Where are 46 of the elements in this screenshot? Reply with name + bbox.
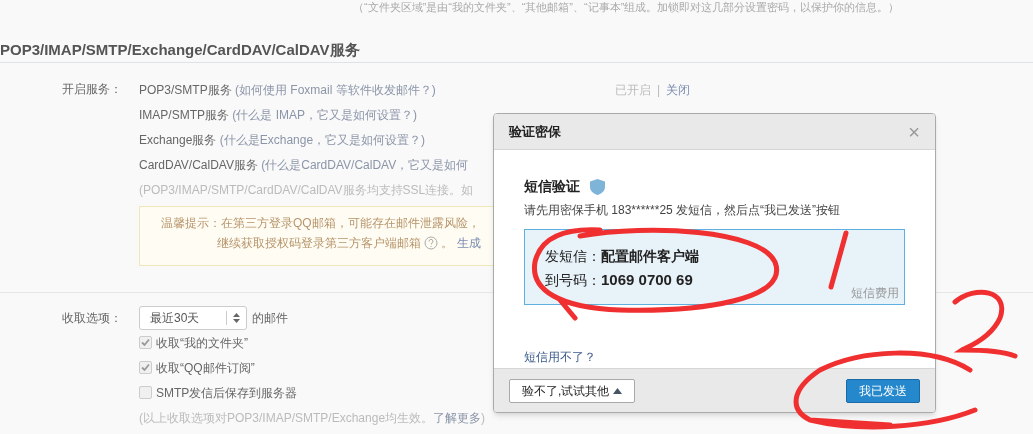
- sms-value: 配置邮件客户端: [601, 246, 699, 266]
- days-select[interactable]: 最近30天: [139, 306, 247, 330]
- sms-value: 1069 0700 69: [601, 269, 693, 290]
- dialog-heading: 短信验证: [524, 177, 580, 196]
- field-label: 收取选项：: [62, 311, 122, 325]
- service-name: CardDAV/CalDAV服务: [139, 157, 259, 172]
- tip-text: 。: [441, 235, 453, 252]
- toggle-link[interactable]: 关闭: [666, 80, 691, 99]
- checkbox[interactable]: [139, 386, 152, 399]
- instruction-text: 请先用密保手机 183******25 发短信，然后点“我已发送”按钮: [524, 202, 842, 219]
- help-link[interactable]: (如何使用 Foxmail 等软件收发邮件？): [235, 82, 436, 97]
- service-name: POP3/SMTP服务: [139, 82, 233, 97]
- service-name: Exchange服务: [139, 132, 218, 147]
- help-link[interactable]: (什么是 IMAP，它又是如何设置？): [232, 107, 418, 122]
- option-label: 收取“QQ邮件订阅”: [156, 359, 255, 377]
- service-name: IMAP/SMTP服务: [139, 107, 230, 122]
- spinner-icon: [233, 313, 240, 323]
- select-suffix: 的邮件: [252, 310, 288, 327]
- separator: |: [657, 81, 661, 99]
- checkbox[interactable]: [139, 361, 152, 374]
- field-label: 开启服务：: [62, 82, 122, 96]
- generate-link[interactable]: 生成: [457, 233, 481, 253]
- alternatives-button[interactable]: 验不了,试试其他: [509, 378, 636, 403]
- sms-label: 到号码：: [545, 270, 601, 290]
- checkbox[interactable]: [139, 336, 152, 349]
- tip-text: 继续获取授权码登录第三方客户端邮箱: [217, 235, 421, 252]
- help-link[interactable]: (什么是CardDAV/CalDAV，它又是如何: [261, 157, 469, 172]
- receive-note: ): [481, 409, 486, 427]
- fee-link[interactable]: 短信费用: [851, 284, 899, 302]
- option-label: 收取“我的文件夹”: [156, 334, 248, 352]
- sms-help-link[interactable]: 短信用不了？: [524, 348, 596, 366]
- confirm-button[interactable]: 我已发送: [846, 378, 920, 403]
- ssl-note: (POP3/IMAP/SMTP/CardDAV/CalDAV服务均支持SSL连接。如: [139, 181, 474, 199]
- note-text: （“文件夹区域”是由“我的文件夹”、“其他邮箱”、“记事本”组成。加锁即对这几部分设置密码，以保护你的信息。）: [353, 0, 901, 14]
- help-icon[interactable]: [424, 236, 438, 250]
- shield-icon: [590, 178, 605, 195]
- tip-text: 温馨提示：在第三方登录QQ邮箱，可能存在邮件泄露风险，: [161, 215, 481, 232]
- dialog-title: 验证密保: [509, 122, 562, 141]
- learn-more-link[interactable]: 了解更多: [433, 408, 482, 427]
- caret-icon: [613, 387, 623, 394]
- help-link[interactable]: (什么是Exchange，它又是如何设置？): [219, 132, 426, 147]
- annotation-number-drawing: [952, 289, 1018, 359]
- sms-label: 发短信：: [545, 246, 601, 266]
- close-button[interactable]: ×: [908, 121, 920, 142]
- section-title: POP3/IMAP/SMTP/Exchange/CardDAV/CalDAV服务: [0, 41, 360, 58]
- option-label: SMTP发信后保存到服务器: [156, 384, 298, 402]
